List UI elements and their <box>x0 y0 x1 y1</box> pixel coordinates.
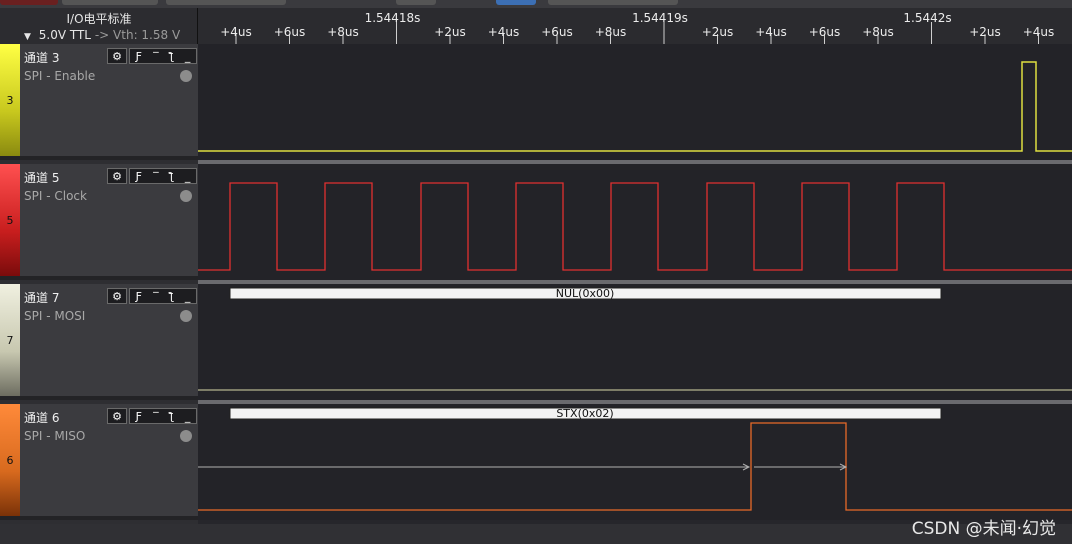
channel-row-bg <box>198 44 1072 160</box>
channel-row-bg <box>198 284 1072 400</box>
arrow-text: -> <box>94 28 110 42</box>
row-divider <box>198 280 1072 284</box>
channel-name[interactable]: 通道 3 <box>24 49 59 66</box>
channel-status-dot[interactable] <box>180 190 192 202</box>
channel-name[interactable]: 通道 7 <box>24 289 59 306</box>
channel-name[interactable]: 通道 6 <box>24 409 59 426</box>
io-standard-label: I/O电平标准 <box>66 12 132 26</box>
trigger-buttons[interactable]: Ƒ ‾ ƪ _ <box>129 288 197 304</box>
time-offset-label: +8us <box>327 25 359 39</box>
voltage-selector[interactable]: ▼ 5.0V TTL -> Vth: 1.58 V <box>24 28 180 42</box>
high-level-icon[interactable]: ‾ <box>153 50 159 63</box>
low-level-icon[interactable]: _ <box>185 290 191 303</box>
channel-number: 6 <box>6 454 14 467</box>
time-major-label: 1.54418s <box>365 11 421 25</box>
gear-icon[interactable]: ⚙ <box>107 48 127 64</box>
gear-icon[interactable]: ⚙ <box>107 288 127 304</box>
time-offset-label: +4us <box>1023 25 1055 39</box>
row-divider <box>198 400 1072 404</box>
time-offset-label: +6us <box>809 25 841 39</box>
falling-edge-icon[interactable]: ƪ <box>170 170 174 183</box>
channel-row-bg <box>198 404 1072 520</box>
time-axis: +4us +6us +8us 1.54418s +2us +4us +6us +8us 1.54… <box>198 8 1072 44</box>
dropdown-triangle-icon: ▼ <box>24 32 31 42</box>
channel-number: 3 <box>6 94 14 107</box>
time-offset-label: +4us <box>220 25 252 39</box>
channel-number: 7 <box>6 334 14 347</box>
channel-panel-7[interactable]: 7 通道 7 SPI - MOSI ⚙ Ƒ ‾ ƪ _ <box>0 284 198 400</box>
high-level-icon[interactable]: ‾ <box>153 290 159 303</box>
top-toolbar-strip <box>0 0 1072 8</box>
time-offset-label: +4us <box>488 25 520 39</box>
rising-edge-icon[interactable]: Ƒ <box>136 410 142 423</box>
channel-status-dot[interactable] <box>180 310 192 322</box>
time-offset-label: +6us <box>541 25 573 39</box>
trigger-buttons[interactable]: Ƒ ‾ ƪ _ <box>129 168 197 184</box>
channel-panel-6[interactable]: 6 通道 6 SPI - MISO ⚙ Ƒ ‾ ƪ _ <box>0 404 198 520</box>
watermark: CSDN @未闻·幻觉 <box>911 519 1056 539</box>
falling-edge-icon[interactable]: ƪ <box>170 410 174 423</box>
high-level-icon[interactable]: ‾ <box>153 170 159 183</box>
low-level-icon[interactable]: _ <box>185 410 191 423</box>
rising-edge-icon[interactable]: Ƒ <box>136 50 142 63</box>
mosi-decode-label: NUL(0x00) <box>556 287 615 300</box>
channel-analyzer-label: SPI - MOSI <box>24 309 86 323</box>
vth-value: Vth: 1.58 V <box>113 28 181 42</box>
trigger-buttons[interactable]: Ƒ ‾ ƪ _ <box>129 48 197 64</box>
io-standard-panel: I/O电平标准 ▼ 5.0V TTL -> Vth: 1.58 V <box>0 8 198 44</box>
channel-panel-3[interactable]: 3 通道 3 SPI - Enable ⚙ Ƒ ‾ ƪ _ <box>0 44 198 160</box>
channel-status-dot[interactable] <box>180 430 192 442</box>
rising-edge-icon[interactable]: Ƒ <box>136 290 142 303</box>
trigger-buttons[interactable]: Ƒ ‾ ƪ _ <box>129 408 197 424</box>
time-offset-label: +4us <box>755 25 787 39</box>
waveform-plot[interactable]: NUL(0x00) STX(0x02) <box>198 44 1072 524</box>
high-level-icon[interactable]: ‾ <box>153 410 159 423</box>
time-offset-label: +6us <box>274 25 306 39</box>
channel-analyzer-label: SPI - Clock <box>24 189 87 203</box>
time-offset-label: +2us <box>434 25 466 39</box>
miso-decode-label: STX(0x02) <box>556 407 613 420</box>
channel-status-dot[interactable] <box>180 70 192 82</box>
time-offset-label: +8us <box>595 25 627 39</box>
channel-name[interactable]: 通道 5 <box>24 169 59 186</box>
channel-row-bg <box>198 164 1072 280</box>
falling-edge-icon[interactable]: ƪ <box>170 290 174 303</box>
gear-icon[interactable]: ⚙ <box>107 408 127 424</box>
time-offset-label: +8us <box>862 25 894 39</box>
voltage-value: 5.0V TTL <box>38 28 91 42</box>
channel-analyzer-label: SPI - MISO <box>24 429 86 443</box>
channel-number: 5 <box>6 214 14 227</box>
channel-panel-5[interactable]: 5 通道 5 SPI - Clock ⚙ Ƒ ‾ ƪ _ <box>0 164 198 280</box>
row-divider <box>198 160 1072 164</box>
gear-icon[interactable]: ⚙ <box>107 168 127 184</box>
time-offset-label: +2us <box>969 25 1001 39</box>
time-major-label: 1.5442s <box>903 11 951 25</box>
low-level-icon[interactable]: _ <box>185 170 191 183</box>
falling-edge-icon[interactable]: ƪ <box>170 50 174 63</box>
time-offset-label: +2us <box>702 25 734 39</box>
low-level-icon[interactable]: _ <box>185 50 191 63</box>
channel-analyzer-label: SPI - Enable <box>24 69 96 83</box>
time-major-label: 1.54419s <box>632 11 688 25</box>
rising-edge-icon[interactable]: Ƒ <box>136 170 142 183</box>
